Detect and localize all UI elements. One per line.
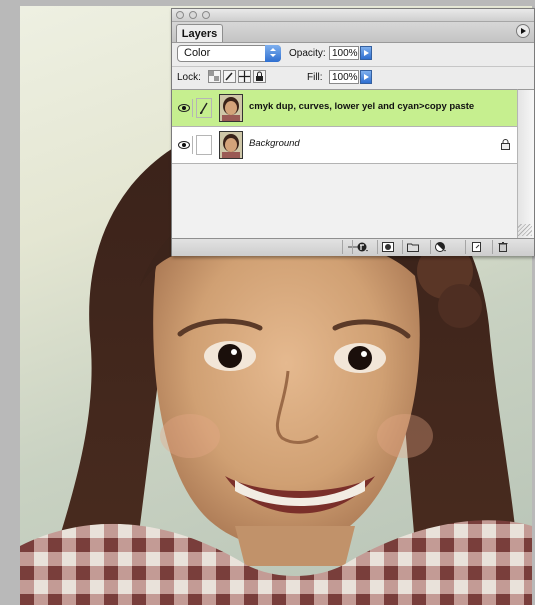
layer-row-copy-paste[interactable]: cmyk dup, curves, lower yel and cyan>cop…	[172, 90, 517, 127]
palette-tab-row: Layers	[172, 22, 534, 43]
layer-link-cell[interactable]	[196, 135, 212, 155]
opacity-label: Opacity:	[289, 48, 326, 59]
layer-lock-icon	[501, 139, 510, 150]
palette-titlebar[interactable]	[172, 9, 534, 22]
opacity-slider-arrow-icon[interactable]	[360, 46, 372, 60]
fill-slider-arrow-icon[interactable]	[360, 70, 372, 84]
layer-thumbnail[interactable]	[219, 94, 243, 122]
blend-mode-value: Color	[184, 47, 211, 59]
opacity-field[interactable]: 100%	[329, 46, 359, 60]
layers-list: cmyk dup, curves, lower yel and cyan>cop…	[172, 89, 517, 238]
fill-field[interactable]: 100%	[329, 70, 359, 84]
trash-icon[interactable]	[492, 240, 512, 254]
blend-mode-select[interactable]: Color	[177, 45, 281, 62]
close-window-button[interactable]	[176, 11, 184, 19]
new-layer-icon[interactable]	[465, 240, 485, 254]
layer-thumbnail[interactable]	[219, 131, 243, 159]
palette-menu-arrow-icon[interactable]	[516, 24, 530, 38]
paint-brush-icon	[200, 102, 208, 114]
lock-transparency-icon[interactable]	[208, 70, 221, 83]
new-group-icon[interactable]	[402, 240, 422, 254]
zoom-window-button[interactable]	[202, 11, 210, 19]
resize-grip[interactable]	[518, 224, 532, 236]
lock-all-icon[interactable]	[253, 70, 266, 83]
lock-fill-row: Lock: Fill: 100%	[172, 66, 534, 89]
adjustment-layer-icon[interactable]	[430, 240, 450, 254]
dropdown-arrows-icon	[265, 45, 281, 62]
lock-paint-brush-icon[interactable]	[223, 70, 236, 83]
minimize-window-button[interactable]	[189, 11, 197, 19]
layers-scrollbar[interactable]	[517, 89, 534, 238]
layer-row-background[interactable]: Background	[172, 127, 517, 164]
layers-bottom-toolbar	[172, 238, 534, 256]
blend-opacity-row: Color Opacity: 100%	[172, 43, 534, 65]
layer-name[interactable]: Background	[249, 138, 300, 149]
add-style-icon[interactable]	[352, 240, 372, 254]
visibility-eye-icon[interactable]	[176, 136, 193, 154]
fill-label: Fill:	[307, 72, 323, 83]
layers-palette[interactable]: Layers Color Opacity: 100% Lock: Fill: 1…	[171, 8, 535, 256]
lock-position-move-icon[interactable]	[238, 70, 251, 83]
tab-layers[interactable]: Layers	[176, 24, 223, 42]
add-mask-icon[interactable]	[377, 240, 397, 254]
layer-link-cell[interactable]	[196, 98, 212, 118]
visibility-eye-icon[interactable]	[176, 99, 193, 117]
layer-name[interactable]: cmyk dup, curves, lower yel and cyan>cop…	[249, 101, 474, 112]
lock-label: Lock:	[177, 72, 201, 83]
